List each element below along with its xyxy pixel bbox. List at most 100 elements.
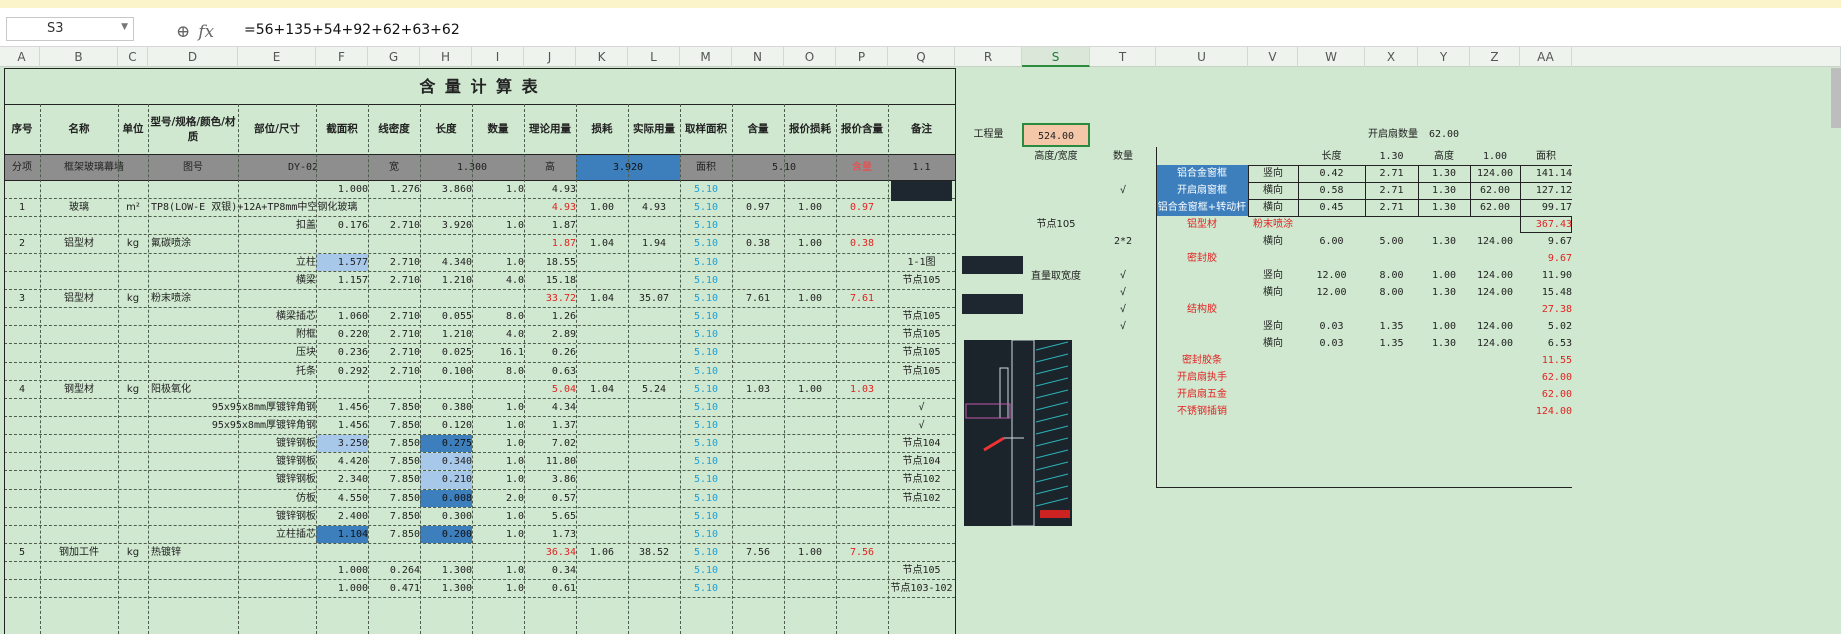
- cell-r4-p[interactable]: 0.97: [836, 199, 888, 216]
- cell-r20-m[interactable]: 5.10: [680, 490, 732, 507]
- cell-r13-f[interactable]: 0.292: [316, 363, 368, 380]
- cell-r14-n[interactable]: 1.03: [732, 381, 784, 398]
- node-detail-drawing[interactable]: [964, 340, 1072, 526]
- cell-r16-g[interactable]: 7.850: [368, 417, 420, 434]
- cell-r11-i[interactable]: 4.0: [472, 326, 524, 343]
- node105-label[interactable]: 节点105: [1022, 216, 1090, 233]
- cell-r9-p[interactable]: 7.61: [836, 290, 888, 307]
- cell-r18-g[interactable]: 7.850: [368, 453, 420, 470]
- cell-r3-h[interactable]: 3.860: [420, 181, 472, 198]
- cell-r15-m[interactable]: 5.10: [680, 399, 732, 416]
- cell-r12-m[interactable]: 5.10: [680, 344, 732, 361]
- cell-r25-q[interactable]: 节点103-102: [888, 580, 955, 597]
- cell-r8-f[interactable]: 1.157: [316, 272, 368, 289]
- cell-r4-j[interactable]: 4.93: [524, 199, 576, 216]
- cell-r10-i[interactable]: 8.0: [472, 308, 524, 325]
- column-header-b[interactable]: B: [40, 47, 118, 67]
- cell-r17-g[interactable]: 7.850: [368, 435, 420, 452]
- cell-r15-f[interactable]: 1.456: [316, 399, 368, 416]
- cell-r22-g[interactable]: 7.850: [368, 526, 420, 543]
- cell-r18-q[interactable]: 节点104: [888, 453, 955, 470]
- cell-r4-n[interactable]: 0.97: [732, 199, 784, 216]
- section-j[interactable]: 高: [524, 155, 576, 180]
- column-header-o[interactable]: O: [784, 47, 836, 67]
- cell-r6-c[interactable]: kg: [118, 235, 148, 252]
- header-d[interactable]: 型号/规格/颜色/材质: [148, 105, 238, 154]
- cell-r17-i[interactable]: 1.0: [472, 435, 524, 452]
- column-header-u[interactable]: U: [1156, 47, 1248, 67]
- quantity-value[interactable]: 524.00: [1022, 123, 1090, 147]
- header-e[interactable]: 部位/尺寸: [238, 105, 316, 154]
- header-i[interactable]: 数量: [472, 105, 524, 154]
- header-c[interactable]: 单位: [118, 105, 148, 154]
- cell-r7-f[interactable]: 1.577: [316, 253, 368, 271]
- cell-r25-m[interactable]: 5.10: [680, 580, 732, 597]
- cell-r17-j[interactable]: 7.02: [524, 435, 576, 452]
- header-l[interactable]: 实际用量: [628, 105, 680, 154]
- cell-r23-k[interactable]: 1.06: [576, 544, 628, 561]
- cell-r8-j[interactable]: 15.18: [524, 272, 576, 289]
- cell-r9-k[interactable]: 1.04: [576, 290, 628, 307]
- drawing-thumbnail-3[interactable]: [962, 294, 1023, 314]
- cell-r4-d[interactable]: TP8(LOW-E 双银)+12A+TP8mm中空钢化玻璃: [148, 199, 368, 216]
- cell-r19-m[interactable]: 5.10: [680, 471, 732, 488]
- drawing-thumbnail-1[interactable]: [891, 181, 952, 201]
- cell-r7-q[interactable]: 1-1图: [888, 254, 955, 271]
- cell-r12-f[interactable]: 0.236: [316, 344, 368, 361]
- cell-r13-e[interactable]: 托条: [238, 363, 316, 380]
- cell-r8-e[interactable]: 横梁: [238, 272, 316, 289]
- openings-label[interactable]: 开启扇数量: [1298, 126, 1418, 143]
- cell-r24-f[interactable]: 1.000: [316, 562, 368, 579]
- cell-r17-m[interactable]: 5.10: [680, 435, 732, 452]
- cell-r15-e[interactable]: 95x95x8mm厚镀锌角钢: [148, 399, 316, 416]
- cell-r4-o[interactable]: 1.00: [784, 199, 836, 216]
- cell-r16-e[interactable]: 95x95x8mm厚镀锌角钢: [148, 417, 316, 434]
- cell-r16-i[interactable]: 1.0: [472, 417, 524, 434]
- cell-r13-q[interactable]: 节点105: [888, 363, 955, 380]
- cell-r23-m[interactable]: 5.10: [680, 544, 732, 561]
- cell-r7-j[interactable]: 18.55: [524, 254, 576, 271]
- cell-r17-f[interactable]: 3.250: [316, 435, 368, 453]
- fx-icon[interactable]: fx: [198, 22, 214, 42]
- section-q[interactable]: 1.1: [888, 155, 955, 180]
- calc-row-7-t[interactable]: √: [1090, 284, 1156, 301]
- cell-r4-c[interactable]: m²: [118, 199, 148, 216]
- cell-r14-o[interactable]: 1.00: [784, 381, 836, 398]
- cell-r25-g[interactable]: 0.471: [368, 580, 420, 597]
- cell-r11-f[interactable]: 0.220: [316, 326, 368, 343]
- magnifier-icon[interactable]: ⊕: [176, 22, 190, 42]
- cell-r22-e[interactable]: 立柱插芯: [238, 526, 316, 543]
- cell-r6-k[interactable]: 1.04: [576, 235, 628, 252]
- cell-r11-g[interactable]: 2.710: [368, 326, 420, 343]
- cell-r14-c[interactable]: kg: [118, 381, 148, 398]
- cell-r17-q[interactable]: 节点104: [888, 435, 955, 452]
- cell-r21-m[interactable]: 5.10: [680, 508, 732, 525]
- column-header-h[interactable]: H: [420, 47, 472, 67]
- cell-r21-g[interactable]: 7.850: [368, 508, 420, 525]
- cell-r25-i[interactable]: 1.0: [472, 580, 524, 597]
- cell-r7-g[interactable]: 2.710: [368, 254, 420, 271]
- cell-r16-q[interactable]: √: [888, 417, 955, 434]
- cell-r12-j[interactable]: 0.26: [524, 344, 576, 361]
- cell-r14-p[interactable]: 1.03: [836, 381, 888, 398]
- cell-r22-f[interactable]: 1.104: [316, 525, 368, 543]
- cell-r13-g[interactable]: 2.710: [368, 363, 420, 380]
- cell-r14-l[interactable]: 5.24: [628, 381, 680, 398]
- height-width-label[interactable]: 高度/宽度: [1022, 148, 1090, 165]
- cell-r5-h[interactable]: 3.920: [420, 217, 472, 234]
- cell-r16-m[interactable]: 5.10: [680, 417, 732, 434]
- cell-r19-g[interactable]: 7.850: [368, 471, 420, 488]
- cell-r24-g[interactable]: 0.264: [368, 562, 420, 579]
- cell-r22-j[interactable]: 1.73: [524, 526, 576, 543]
- cell-r14-d[interactable]: 阳极氧化: [148, 381, 368, 398]
- cell-r19-h[interactable]: 0.210: [420, 471, 472, 489]
- section-m[interactable]: 面积: [680, 155, 732, 180]
- cell-r12-i[interactable]: 16.1: [472, 344, 524, 361]
- cell-r4-m[interactable]: 5.10: [680, 199, 732, 216]
- cell-r6-b[interactable]: 铝型材: [40, 235, 118, 252]
- cell-r22-i[interactable]: 1.0: [472, 526, 524, 543]
- name-box[interactable]: S3 ▼: [6, 17, 134, 41]
- cell-r25-j[interactable]: 0.61: [524, 580, 576, 597]
- cell-r23-a[interactable]: 5: [4, 544, 40, 561]
- cell-r12-q[interactable]: 节点105: [888, 344, 955, 361]
